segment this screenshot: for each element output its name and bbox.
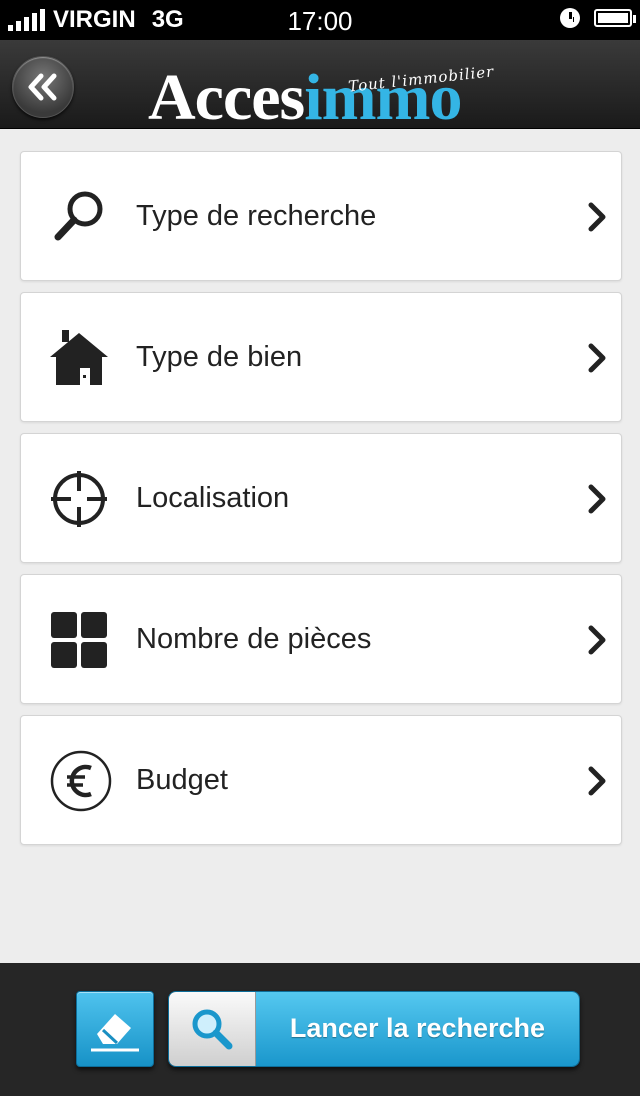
chevron-right-icon: [588, 766, 606, 796]
status-bar: VIRGIN 3G 17:00: [0, 0, 640, 40]
search-criteria-list: Type de recherche Type de bien Localisat…: [20, 151, 622, 856]
logo-text-part1: Acces: [148, 61, 305, 134]
euro-icon: [50, 750, 112, 812]
chevron-right-icon: [588, 625, 606, 655]
menu-item-localisation[interactable]: Localisation: [20, 433, 622, 563]
launch-search-icon-area: [169, 992, 256, 1066]
menu-item-label: Nombre de pièces: [136, 623, 372, 655]
search-icon: [54, 191, 103, 241]
menu-item-budget[interactable]: Budget: [20, 715, 622, 845]
bottom-toolbar: Lancer la recherche: [0, 963, 640, 1096]
rooms-grid-icon: [51, 612, 107, 668]
house-icon: [50, 330, 108, 385]
chevron-right-icon: [588, 202, 606, 232]
magnifier-icon: [192, 1009, 233, 1050]
back-button[interactable]: [12, 56, 74, 118]
chevron-right-icon: [588, 484, 606, 514]
reset-button[interactable]: [76, 991, 154, 1067]
menu-item-label: Type de recherche: [136, 200, 377, 232]
launch-search-button[interactable]: Lancer la recherche: [168, 991, 580, 1067]
menu-item-label: Type de bien: [136, 341, 303, 373]
double-chevron-left-icon: [28, 73, 57, 101]
status-time: 17:00: [287, 6, 353, 36]
menu-item-label: Budget: [136, 764, 228, 796]
crosshair-icon: [51, 471, 107, 527]
alarm-clock-icon: [560, 8, 580, 28]
battery-icon: [594, 9, 636, 27]
eraser-icon: [91, 1014, 139, 1052]
status-right: [560, 8, 636, 28]
menu-item-label: Localisation: [136, 482, 290, 514]
chevron-right-icon: [588, 343, 606, 373]
app-header: Accesimmo Tout l'immobilier: [0, 40, 640, 131]
menu-item-type-de-recherche[interactable]: Type de recherche: [20, 151, 622, 281]
launch-search-label: Lancer la recherche: [256, 992, 579, 1066]
menu-item-nombre-de-pieces[interactable]: Nombre de pièces: [20, 574, 622, 704]
menu-item-type-de-bien[interactable]: Type de bien: [20, 292, 622, 422]
